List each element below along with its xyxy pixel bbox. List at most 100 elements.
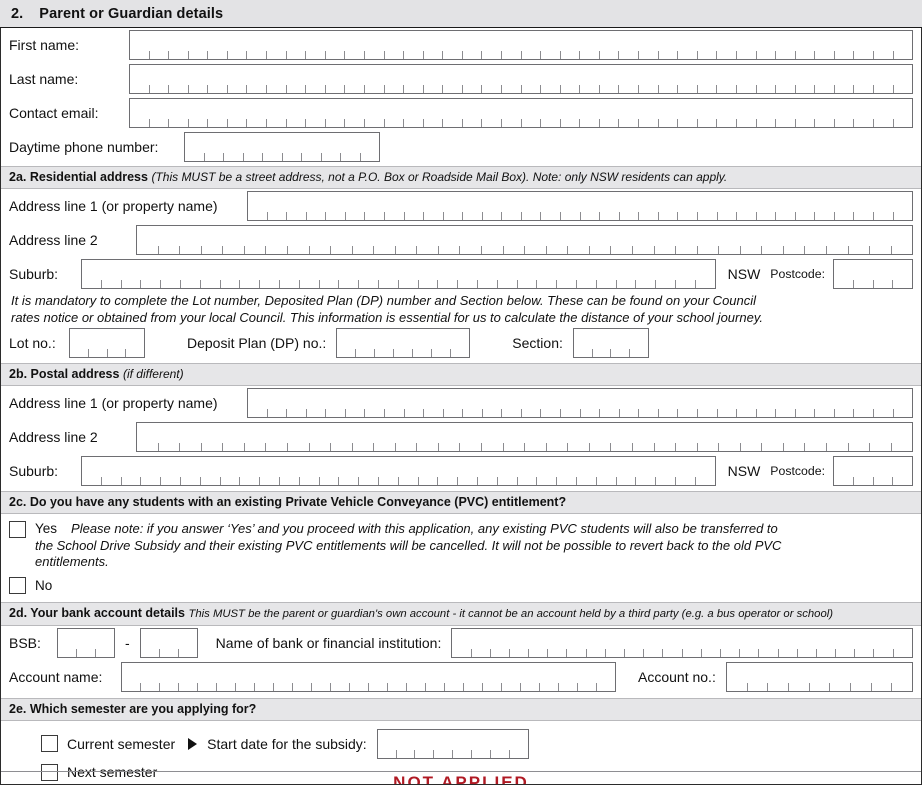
residential-header-bold: 2a. Residential address xyxy=(9,170,148,184)
comb-cell xyxy=(483,662,502,691)
comb-cell xyxy=(659,389,679,417)
comb-cell xyxy=(130,65,150,93)
comb-cell xyxy=(656,260,676,288)
comb-cell xyxy=(600,99,620,127)
comb-cell xyxy=(445,662,464,691)
comb-cell xyxy=(737,99,757,127)
comb-cell xyxy=(776,31,796,59)
comb-cell xyxy=(374,226,396,254)
comb-cell xyxy=(893,260,912,288)
pvc-no-checkbox[interactable] xyxy=(9,576,26,594)
comb-cell xyxy=(502,389,522,417)
comb-cell xyxy=(388,662,407,691)
bsb-part2-input[interactable] xyxy=(139,627,198,658)
last-name-input[interactable] xyxy=(129,64,913,94)
comb-cell xyxy=(482,99,502,127)
comb-cell xyxy=(577,260,597,288)
comb-cell xyxy=(870,423,892,451)
postal-postcode-input[interactable] xyxy=(833,456,913,486)
comb-cell xyxy=(559,662,578,691)
comb-cell xyxy=(268,389,288,417)
comb-cell xyxy=(522,192,542,220)
comb-cell xyxy=(835,389,855,417)
section-number-input[interactable] xyxy=(572,328,649,358)
comb-cell xyxy=(326,31,346,59)
comb-cell xyxy=(541,65,561,93)
comb-cell xyxy=(240,457,261,485)
comb-cell xyxy=(522,99,542,127)
bsb-part1-input[interactable] xyxy=(57,627,115,658)
start-date-input[interactable] xyxy=(376,728,529,759)
comb-cell xyxy=(267,31,287,59)
comb-cell xyxy=(600,192,620,220)
res-suburb-label: Suburb: xyxy=(9,266,59,282)
comb-cell xyxy=(676,260,696,288)
deposit-plan-input[interactable] xyxy=(336,328,471,358)
comb-cell xyxy=(217,662,236,691)
comb-cell xyxy=(137,226,159,254)
comb-cell xyxy=(396,226,418,254)
postal-suburb-input[interactable] xyxy=(81,456,716,486)
pvc-yes-note-line1: Please note: if you answer ‘Yes’ and you… xyxy=(71,521,778,536)
lot-number-input[interactable] xyxy=(69,328,145,358)
comb-cell xyxy=(757,99,777,127)
daytime-phone-label: Daytime phone number: xyxy=(9,139,159,155)
comb-cell xyxy=(365,65,385,93)
comb-cell xyxy=(228,99,248,127)
comb-cell xyxy=(655,423,677,451)
comb-cell xyxy=(892,663,912,691)
pvc-yes-checkbox[interactable] xyxy=(9,521,26,538)
comb-cell xyxy=(463,389,483,417)
comb-cell xyxy=(874,65,894,93)
res-address-line1-input[interactable] xyxy=(247,191,913,221)
comb-cell xyxy=(369,662,388,691)
comb-cell xyxy=(779,628,798,657)
comb-cell xyxy=(855,628,875,657)
contact-email-input[interactable] xyxy=(129,98,913,128)
comb-cell xyxy=(796,389,816,417)
comb-cell xyxy=(611,329,631,357)
current-semester-checkbox[interactable] xyxy=(41,735,58,752)
comb-cell xyxy=(320,457,340,485)
postal-address-line1-input[interactable] xyxy=(247,388,913,418)
comb-cell xyxy=(522,65,542,93)
comb-cell xyxy=(798,628,817,657)
comb-cell xyxy=(504,226,526,254)
comb-cell xyxy=(424,389,444,417)
lot-label: Lot no.: xyxy=(9,335,56,351)
res-address-line2-input[interactable] xyxy=(136,225,913,255)
comb-cell xyxy=(202,423,224,451)
postal-address-line2-input[interactable] xyxy=(136,422,913,452)
comb-cell xyxy=(320,260,340,288)
comb-cell xyxy=(374,423,396,451)
first-name-input[interactable] xyxy=(129,30,913,60)
comb-cell xyxy=(287,389,307,417)
comb-cell xyxy=(353,226,375,254)
res-postcode-input[interactable] xyxy=(833,259,913,289)
comb-cell xyxy=(223,226,245,254)
account-name-input[interactable] xyxy=(121,661,616,692)
comb-cell xyxy=(656,457,676,485)
comb-cell xyxy=(160,628,179,657)
daytime-phone-input[interactable] xyxy=(184,132,380,162)
account-number-input[interactable] xyxy=(725,661,913,692)
comb-cell xyxy=(815,99,835,127)
comb-cell xyxy=(244,133,263,161)
comb-cell xyxy=(522,389,542,417)
comb-cell xyxy=(419,260,439,288)
comb-cell xyxy=(502,31,522,59)
comb-cell xyxy=(482,423,504,451)
comb-cell xyxy=(827,423,849,451)
res-suburb-input[interactable] xyxy=(81,259,716,289)
bank-name-input[interactable] xyxy=(451,627,913,658)
comb-cell xyxy=(365,192,385,220)
comb-cell xyxy=(633,423,655,451)
comb-cell xyxy=(228,65,248,93)
comb-cell xyxy=(617,260,637,288)
comb-cell xyxy=(82,260,102,288)
comb-cell xyxy=(478,457,498,485)
comb-cell xyxy=(872,662,893,691)
comb-cell xyxy=(815,31,835,59)
comb-cell xyxy=(737,192,757,220)
comb-cell xyxy=(396,423,418,451)
